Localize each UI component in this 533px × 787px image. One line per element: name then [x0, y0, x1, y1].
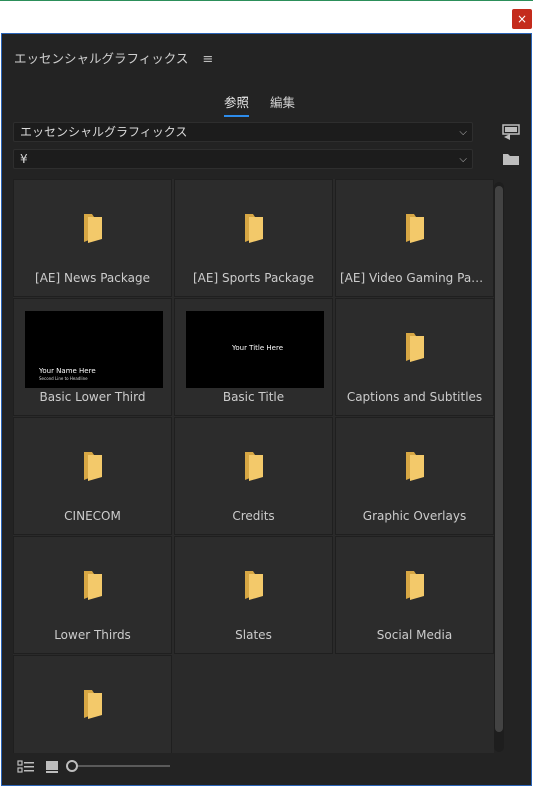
grid-item-label: [AE] News Package: [35, 271, 150, 285]
grid-item-label: Lower Thirds: [54, 628, 131, 642]
grid-item-label: [AE] Sports Package: [193, 271, 314, 285]
folder-icon: [245, 214, 263, 243]
grid-item-label: Captions and Subtitles: [346, 390, 483, 404]
grid-item[interactable]: Graphic Overlays: [335, 417, 494, 535]
thumbnail-text: Your Title Here: [232, 344, 283, 352]
grid-item[interactable]: [13, 655, 172, 753]
grid-item[interactable]: Social Media: [335, 536, 494, 654]
folder-browse-icon[interactable]: [502, 151, 520, 167]
grid-item-label: CINECOM: [64, 509, 121, 523]
folder-icon: [406, 571, 424, 600]
bottom-toolbar: [2, 757, 531, 779]
scrollbar-thumb[interactable]: [495, 186, 503, 732]
thumbnail-subtext: Second Line to Headline: [39, 376, 88, 381]
tab-browse[interactable]: 参照: [224, 92, 250, 117]
icon-view-icon[interactable]: [45, 760, 59, 774]
tab-edit[interactable]: 編集: [270, 92, 295, 115]
panel-header: エッセンシャルグラフィックス ≡: [14, 48, 213, 67]
grid-item[interactable]: CINECOM: [13, 417, 172, 535]
thumbnail-size-slider[interactable]: [74, 765, 170, 767]
slider-handle[interactable]: [66, 760, 78, 772]
grid-item[interactable]: Your Name Here Second Line to Headline B…: [13, 298, 172, 416]
grid-item-label: [AE] Video Gaming Pack...: [340, 271, 489, 285]
grid-item[interactable]: [AE] Video Gaming Pack...: [335, 179, 494, 297]
grid-item[interactable]: Your Title Here Basic Title: [174, 298, 333, 416]
grid-item[interactable]: Lower Thirds: [13, 536, 172, 654]
folder-icon: [84, 214, 102, 243]
install-template-icon[interactable]: [502, 124, 520, 140]
folder-icon: [84, 452, 102, 481]
folder-icon: [245, 452, 263, 481]
path-dropdown[interactable]: ¥ ⌵: [13, 149, 473, 169]
template-grid: [AE] News Package [AE] Sports Package [A…: [13, 179, 494, 753]
folder-icon: [84, 571, 102, 600]
folder-icon: [406, 214, 424, 243]
vertical-scrollbar[interactable]: [494, 182, 504, 752]
grid-item-label: Slates: [235, 628, 272, 642]
tab-bar: 参照 編集: [2, 92, 531, 117]
chevron-down-icon: ⌵: [459, 127, 467, 138]
template-thumbnail: Your Name Here Second Line to Headline: [25, 311, 163, 388]
grid-item-label: Social Media: [376, 628, 453, 642]
grid-item-label: Credits: [232, 509, 275, 523]
panel-menu-icon[interactable]: ≡: [202, 52, 213, 67]
essential-graphics-panel: エッセンシャルグラフィックス ≡ 参照 編集 エッセンシャルグラフィックス ⌵ …: [1, 33, 532, 786]
grid-item[interactable]: Slates: [174, 536, 333, 654]
grid-item[interactable]: Credits: [174, 417, 333, 535]
grid-item[interactable]: [AE] News Package: [13, 179, 172, 297]
location-dropdown[interactable]: エッセンシャルグラフィックス ⌵: [13, 122, 473, 142]
folder-icon: [245, 571, 263, 600]
list-view-icon[interactable]: [17, 760, 35, 774]
grid-item-label: Graphic Overlays: [362, 509, 467, 523]
window-titlebar: ×: [0, 0, 533, 33]
grid-item[interactable]: Captions and Subtitles: [335, 298, 494, 416]
close-button[interactable]: ×: [512, 9, 532, 29]
folder-icon: [84, 690, 102, 719]
folder-icon: [406, 333, 424, 362]
grid-item-label: Basic Title: [222, 390, 285, 404]
template-thumbnail: Your Title Here: [186, 311, 324, 388]
location-value: エッセンシャルグラフィックス: [20, 125, 188, 139]
folder-icon: [406, 452, 424, 481]
chevron-down-icon: ⌵: [459, 154, 467, 165]
grid-item[interactable]: [AE] Sports Package: [174, 179, 333, 297]
thumbnail-text: Your Name Here: [39, 367, 96, 375]
panel-title: エッセンシャルグラフィックス: [14, 51, 189, 66]
path-value: ¥: [20, 152, 28, 166]
grid-item-label: Basic Lower Third: [39, 390, 146, 404]
